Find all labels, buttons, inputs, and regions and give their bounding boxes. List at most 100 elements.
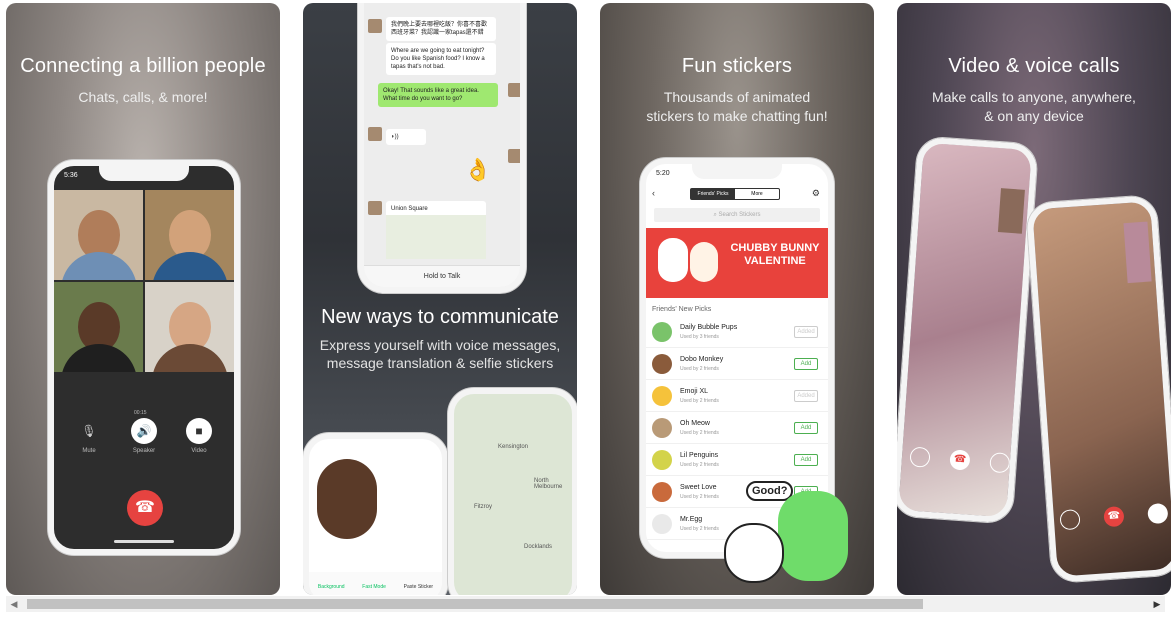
add-sticker-button[interactable]: Add [794,358,818,370]
add-sticker-button[interactable]: Added [794,390,818,402]
avatar [508,83,520,97]
hangup-button[interactable]: ☎ [1103,505,1125,528]
back-arrow-icon[interactable]: ‹ [652,188,655,198]
person-torso [151,344,228,372]
video-tile [54,282,143,372]
sticker-pack-name: Emoji XL [680,388,709,395]
mute-icon[interactable] [1059,509,1081,531]
sticker-row[interactable]: Dobo Monkey Used by 2 friends Add [646,348,828,380]
phone-mockup: 5:36 00:15 🎙 🔊 ■ Mute Speaker Video ☎ [48,160,240,555]
tab-more[interactable]: More [735,189,779,199]
status-time: 5:36 [64,172,78,179]
hangup-button[interactable]: ☎ [949,449,971,471]
horizontal-scrollbar[interactable]: ◀ ▶ [6,596,1165,612]
chat-input-bar[interactable]: Hold to Talk [364,265,520,287]
gear-icon[interactable]: ⚙ [812,188,820,199]
tab-friends-picks[interactable]: Friends' Picks [691,189,735,199]
scrollbar-thumb[interactable] [27,599,923,609]
sticker-row[interactable]: Lil Penguins Used by 2 friends Add [646,444,828,476]
phone-notch [692,164,782,179]
sticker-row[interactable]: Oh Meow Used by 2 friends Add [646,412,828,444]
sticker-pack-name: Sweet Love [680,484,717,491]
map-label: Kensington [498,444,529,450]
card-subtitle: Chats, calls, & more! [78,89,208,105]
fast-mode-option[interactable]: Fast Mode [362,584,386,590]
phone-notch [99,166,189,181]
status-time: 5:20 [656,170,670,177]
screenshot-card-1[interactable]: Connecting a billion people Chats, calls… [6,3,280,595]
speaker-icon[interactable]: 🔊 [131,418,157,444]
green-sticker-character [778,491,848,581]
sticker-pack-usage: Used by 2 friends [680,430,719,436]
sticker-pack-icon [652,482,672,502]
sticker-pack-icon [652,450,672,470]
card-title: Connecting a billion people [20,55,266,77]
sticker-pack-name: Mr.Egg [680,516,703,523]
bunny-sticker [658,238,688,282]
selfie-sticker [317,459,377,539]
video-label: Video [191,448,207,454]
add-sticker-button[interactable]: Added [794,326,818,338]
video-tile [145,190,234,280]
screenshot-card-4[interactable]: Video & voice calls Make calls to anyone… [897,3,1171,595]
sticker-pack-usage: Used by 2 friends [680,366,719,372]
hangup-button[interactable]: ☎ [127,490,163,526]
self-view-thumbnail [997,188,1025,234]
screenshot-card-2[interactable]: 我們晚上要去哪裡吃飯？你喜不喜歡西班牙菜？我認識一家tapas還不錯 Where… [303,3,577,595]
video-tile [145,282,234,372]
sticker-search-input[interactable]: ⌕ Search Stickers [654,208,820,222]
video-grid [54,190,234,372]
phone-mockup-selfie: Background Fast Mode Paste Sticker [303,433,448,595]
map-label: North Melbourne [534,478,563,490]
card-title: Fun stickers [681,55,793,77]
add-sticker-button[interactable]: Add [794,422,818,434]
video-tile [54,190,143,280]
sticker-tabs[interactable]: Friends' Picks More [690,188,780,200]
card-subtitle: Make calls to anyone, anywhere, & on any… [932,89,1136,124]
sticker-pack-icon [652,418,672,438]
add-sticker-button[interactable]: Add [794,454,818,466]
paste-sticker-option[interactable]: Paste Sticker [404,584,433,590]
scroll-left-arrow-icon[interactable]: ◀ [6,596,22,612]
microphone-icon[interactable]: 🎙 [76,418,102,444]
selfie-toolbar: Background Fast Mode Paste Sticker [309,572,442,595]
screenshot-card-3[interactable]: Fun stickers Thousands of animated stick… [600,3,874,595]
screenshot-carousel[interactable]: Connecting a billion people Chats, calls… [0,0,1171,600]
sticker-pack-name: Dobo Monkey [680,356,724,363]
sticker-pack-name: Lil Penguins [680,452,719,459]
avatar [508,149,520,163]
camera-switch-icon[interactable] [1147,502,1169,525]
chat-message: Okay! That sounds like a great idea. Wha… [378,83,498,107]
chat-message: 我們晚上要去哪裡吃飯？你喜不喜歡西班牙菜？我認識一家tapas還不錯 [386,17,496,41]
bunny-sticker [690,242,718,282]
card-title: New ways to communicate [321,306,559,328]
sticker-pack-usage: Used by 3 friends [680,334,719,340]
speaker-label: Speaker [132,448,156,454]
white-sticker-character [724,523,784,583]
home-indicator [114,540,174,543]
mute-label: Mute [82,448,96,454]
voice-message[interactable]: ◗)) [386,129,426,145]
card-subtitle: Thousands of animated stickers to make c… [646,89,828,124]
person-torso [60,252,137,280]
sticker-row[interactable]: Emoji XL Used by 2 friends Added [646,380,828,412]
banner-text: CHUBBY BUNNY VALENTINE [730,242,820,267]
sticker-pack-icon [652,386,672,406]
person-torso [151,252,228,280]
camera-switch-icon[interactable] [989,452,1011,474]
sticker-hand-icon: 👌 [464,157,492,182]
video-camera-icon[interactable]: ■ [186,418,212,444]
sticker-row[interactable]: Daily Bubble Pups Used by 3 friends Added [646,316,828,348]
sticker-speech-bubble: Good? [746,481,794,501]
background-option[interactable]: Background [318,584,345,590]
location-map-preview[interactable] [386,215,486,259]
sticker-pack-usage: Used by 2 friends [680,398,719,404]
hold-to-talk-button[interactable]: Hold to Talk [424,273,460,280]
sticker-banner[interactable]: CHUBBY BUNNY VALENTINE [646,228,828,298]
mute-icon[interactable] [909,446,931,468]
chat-message-translation: Where are we going to eat tonight? Do yo… [386,43,496,75]
scroll-right-arrow-icon[interactable]: ▶ [1149,596,1165,612]
avatar [368,19,382,33]
phone-mockup-map: Kensington North Melbourne Docklands Fit… [448,388,577,595]
phone-mockup-video-call: ☎ [897,136,1039,524]
